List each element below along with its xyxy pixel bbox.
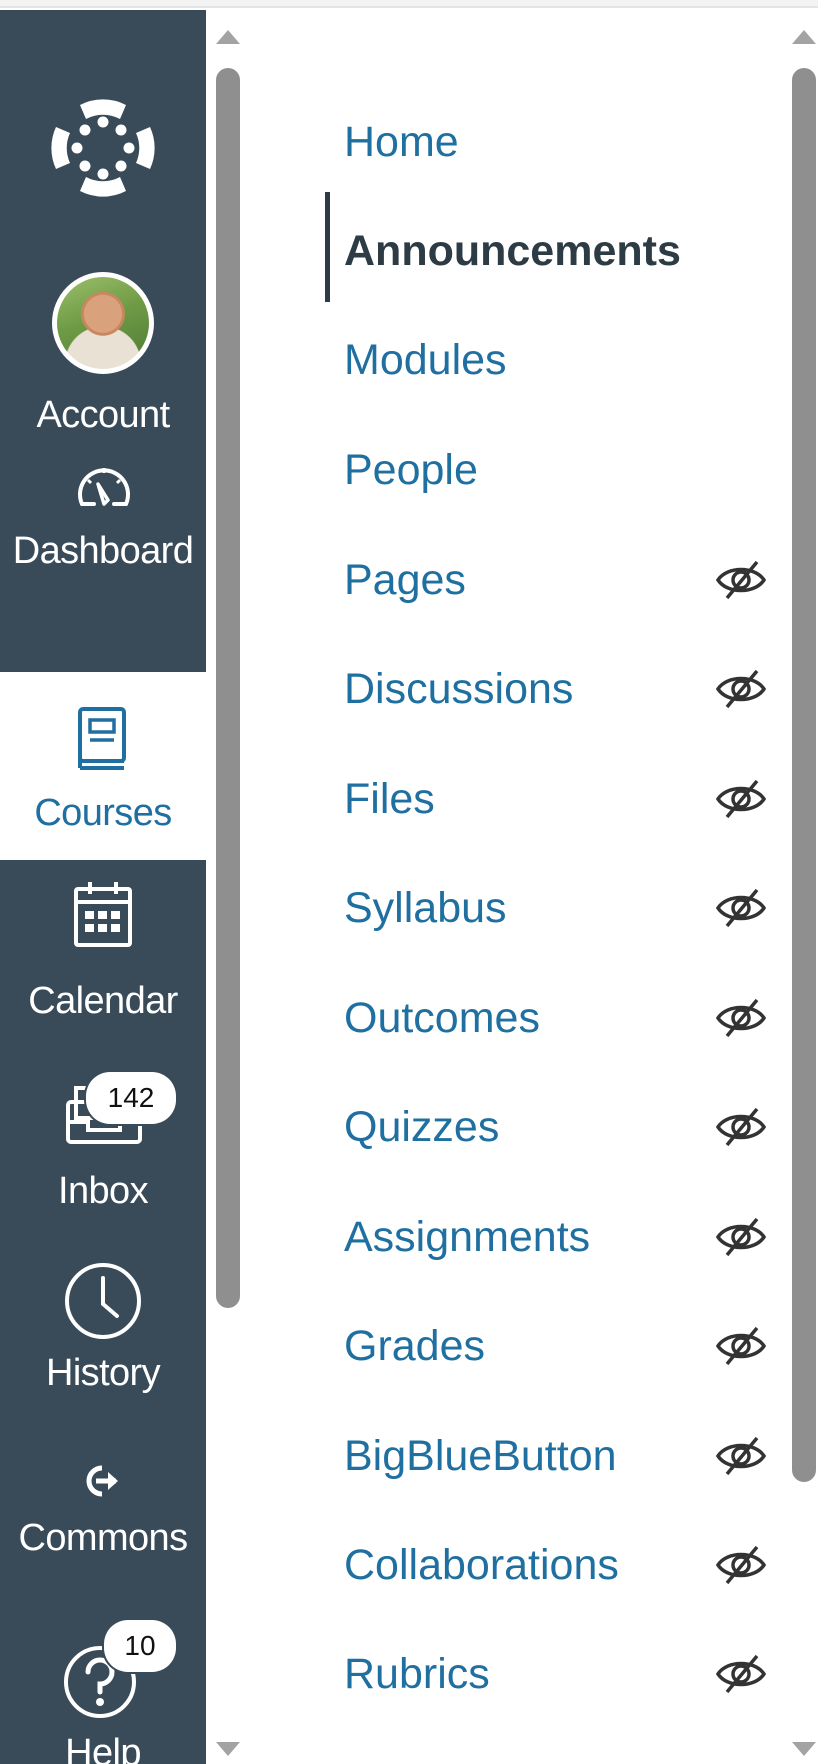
course-link-announcements[interactable]: Announcements [344,227,681,276]
scroll-thumb[interactable] [216,68,240,1308]
nav-item-commons[interactable]: Commons [0,1465,206,1605]
scroll-down-arrow-icon[interactable] [792,1742,816,1756]
global-navigation: Account Dashboard Courses Calendar 142 I… [0,10,206,1764]
course-link-grades[interactable]: Grades [344,1322,485,1371]
hidden-eye-off-icon [715,1326,767,1366]
course-navigation: Home Announcements Modules People Pages … [240,10,790,1764]
nav-label-account: Account [36,394,170,436]
course-link-discussions[interactable]: Discussions [344,665,573,714]
dashboard-gauge-icon [78,468,130,506]
nav-item-calendar[interactable]: Calendar [0,880,206,1030]
active-indicator [325,192,330,302]
hidden-eye-off-icon [715,669,767,709]
canvas-lms-window: Account Dashboard Courses Calendar 142 I… [0,0,818,1764]
nav-label-dashboard: Dashboard [12,530,194,572]
course-link-quizzes[interactable]: Quizzes [344,1103,499,1152]
course-link-outcomes[interactable]: Outcomes [344,994,540,1043]
course-link-people[interactable]: People [344,446,478,495]
nav-item-dashboard[interactable]: Dashboard [0,460,206,620]
scroll-up-arrow-icon[interactable] [792,30,816,44]
hidden-eye-off-icon [715,1545,767,1585]
nav-item-inbox[interactable]: 142 Inbox [0,1072,206,1222]
nav-item-history[interactable]: History [0,1260,206,1410]
course-link-modules[interactable]: Modules [344,336,507,385]
course-nav-scrollbar[interactable] [790,10,818,1764]
course-link-pages[interactable]: Pages [344,556,466,605]
clock-icon [65,1263,141,1339]
scroll-thumb[interactable] [792,68,816,1482]
course-link-files[interactable]: Files [344,775,435,824]
course-link-syllabus[interactable]: Syllabus [344,884,507,933]
course-link-assignments[interactable]: Assignments [344,1213,590,1262]
nav-item-help[interactable]: 10 Help [0,1620,206,1764]
nav-label-help: Help [65,1732,141,1764]
canvas-logo-icon[interactable] [50,95,156,201]
hidden-eye-off-icon [715,998,767,1038]
course-link-bigbluebutton[interactable]: BigBlueButton [344,1432,617,1481]
top-border [0,0,818,8]
nav-label-commons: Commons [18,1517,189,1559]
nav-label-courses: Courses [34,792,172,834]
nav-label-inbox: Inbox [58,1170,149,1212]
commons-icon [86,1465,118,1497]
book-icon [78,707,126,770]
hidden-eye-off-icon [715,779,767,819]
nav-label-calendar: Calendar [28,980,178,1022]
hidden-eye-off-icon [715,1217,767,1257]
inbox-unread-badge: 142 [86,1072,176,1124]
avatar [52,272,154,374]
calendar-icon [74,882,132,947]
course-link-home[interactable]: Home [344,118,459,167]
hidden-eye-off-icon [715,1654,767,1694]
nav-item-account[interactable]: Account [0,272,206,436]
scroll-up-arrow-icon[interactable] [216,30,240,44]
course-link-rubrics[interactable]: Rubrics [344,1650,490,1699]
global-nav-scrollbar[interactable] [214,10,242,1764]
hidden-eye-off-icon [715,560,767,600]
scroll-down-arrow-icon[interactable] [216,1742,240,1756]
help-notification-badge: 10 [104,1620,176,1672]
nav-label-history: History [45,1352,161,1394]
hidden-eye-off-icon [715,1107,767,1147]
nav-item-courses[interactable]: Courses [0,672,206,860]
hidden-eye-off-icon [715,888,767,928]
hidden-eye-off-icon [715,1436,767,1476]
course-link-collaborations[interactable]: Collaborations [344,1541,619,1590]
